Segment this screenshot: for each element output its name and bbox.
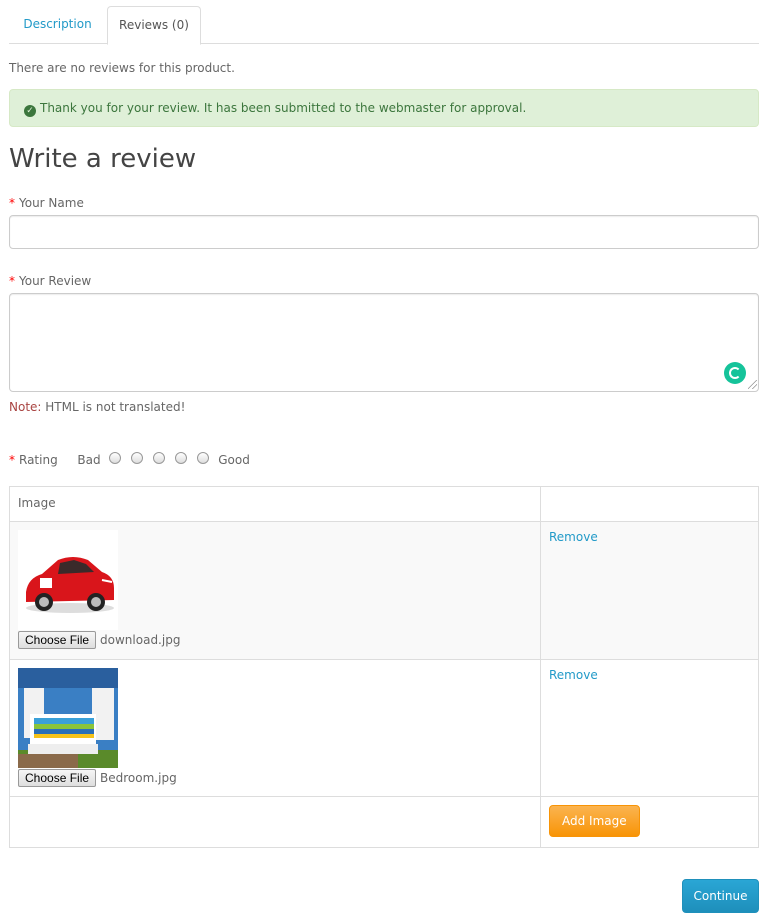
rating-bad-label: Bad (77, 453, 101, 467)
image-cell: Choose File download.jpg (9, 521, 541, 660)
rating-radio-5[interactable] (197, 452, 210, 464)
remove-link[interactable]: Remove (549, 530, 598, 544)
name-label: * Your Name (9, 196, 84, 210)
review-heading: Write a review (9, 144, 197, 174)
image-row: Choose File Bedroom.jpg Remove (9, 659, 759, 797)
required-asterisk: * (9, 274, 15, 288)
review-label: * Your Review (9, 274, 91, 288)
review-label-text: Your Review (19, 274, 92, 288)
alert-text: Thank you for your review. It has been s… (40, 101, 527, 115)
required-asterisk: * (9, 196, 15, 210)
image-column-header: Image (9, 486, 541, 522)
rating-radio-4[interactable] (175, 452, 188, 464)
remove-cell: Remove (540, 521, 759, 660)
tab-description[interactable]: Description (9, 6, 106, 44)
red-sports-car-thumbnail (18, 530, 118, 630)
add-image-button[interactable]: Add Image (549, 805, 640, 837)
image-cell: Choose File Bedroom.jpg (9, 659, 541, 797)
choose-file-button[interactable]: Choose File (18, 769, 97, 787)
rating-radio-2[interactable] (131, 452, 144, 464)
tab-reviews[interactable]: Reviews (0) (107, 6, 201, 45)
add-image-cell: Add Image (540, 796, 759, 848)
review-textarea[interactable] (9, 293, 759, 392)
action-column-header (540, 486, 759, 522)
choose-file-button[interactable]: Choose File (18, 631, 97, 649)
required-asterisk: * (9, 453, 15, 467)
rating-radio-1[interactable] (109, 452, 122, 464)
product-tabs: Description Reviews (0) (9, 0, 759, 45)
no-reviews-message: There are no reviews for this product. (9, 61, 235, 75)
check-circle-icon: ✓ (24, 105, 36, 117)
html-note: Note: HTML is not translated! (9, 400, 185, 414)
empty-cell (9, 796, 541, 848)
rating-radio-3[interactable] (153, 452, 166, 464)
add-image-row: Add Image (9, 796, 759, 848)
continue-button[interactable]: Continue (682, 879, 759, 913)
image-upload-table: Image Choose File download.jpg Remove Ch… (9, 486, 759, 848)
kids-bedroom-thumbnail (18, 668, 118, 768)
resize-handle-icon[interactable] (748, 380, 757, 389)
file-name: Bedroom.jpg (100, 771, 177, 785)
name-input[interactable] (9, 215, 759, 249)
note-key: Note: (9, 400, 42, 414)
rating-good-label: Good (218, 453, 250, 467)
rating-row: * Rating Bad Good (9, 452, 250, 468)
remove-link[interactable]: Remove (549, 668, 598, 682)
success-alert: ✓ Thank you for your review. It has been … (9, 89, 759, 127)
grammarly-icon[interactable] (724, 362, 746, 384)
name-label-text: Your Name (19, 196, 84, 210)
remove-cell: Remove (540, 659, 759, 797)
rating-label: Rating (19, 453, 58, 467)
file-name: download.jpg (100, 633, 181, 647)
image-row: Choose File download.jpg Remove (9, 521, 759, 660)
note-text: HTML is not translated! (41, 400, 186, 414)
